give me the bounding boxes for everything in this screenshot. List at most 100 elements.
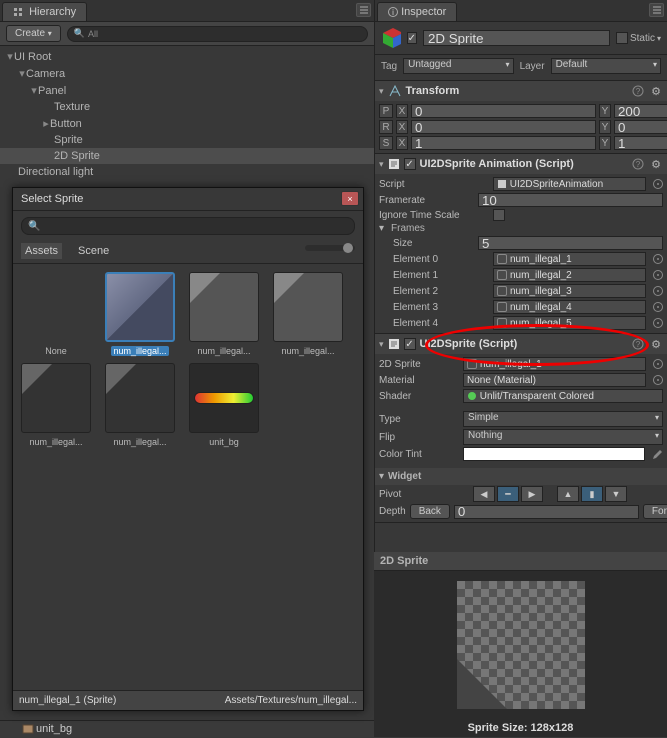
pivot-top-button[interactable]: ▲ — [557, 486, 579, 502]
element-field[interactable]: num_illegal_5 — [493, 316, 646, 330]
active-checkbox[interactable] — [407, 32, 417, 44]
script-field[interactable]: UI2DSpriteAnimation — [493, 177, 646, 191]
element-field[interactable]: num_illegal_3 — [493, 284, 646, 298]
foldout-icon[interactable]: ▾ — [379, 86, 384, 97]
asset-path-row[interactable]: unit_bg — [0, 720, 374, 737]
object-picker-icon[interactable] — [653, 375, 663, 385]
gameobject-name-input[interactable] — [423, 30, 610, 46]
depth-forward-button[interactable]: Forward — [643, 504, 667, 519]
object-picker-icon[interactable] — [653, 254, 663, 264]
object-picker-icon[interactable] — [653, 270, 663, 280]
tab-label: Scene — [78, 245, 109, 257]
create-button[interactable]: Create ▾ — [6, 25, 61, 42]
help-icon[interactable]: ? — [631, 337, 645, 351]
gear-icon[interactable]: ⚙ — [649, 157, 663, 171]
foldout-icon[interactable]: ▾ — [379, 339, 384, 350]
size-input[interactable] — [478, 236, 663, 250]
foldout-icon[interactable]: ▾ — [6, 50, 14, 63]
sprite-search-input[interactable]: 🔍 — [21, 217, 355, 235]
static-checkbox[interactable] — [616, 32, 628, 44]
tree-row-button[interactable]: ▸Button — [0, 115, 374, 132]
position-prefix: P — [379, 104, 393, 118]
foldout-icon[interactable]: ▾ — [379, 223, 384, 234]
sprite-thumbnail[interactable]: num_illegal... — [101, 363, 179, 448]
tab-scene[interactable]: Scene — [74, 243, 113, 259]
2dsprite-field[interactable]: num_illegal_1 — [463, 357, 646, 371]
tab-assets[interactable]: Assets — [21, 243, 62, 259]
gear-icon[interactable]: ⚙ — [649, 337, 663, 351]
pos-y-input[interactable] — [614, 104, 667, 118]
pivot-bottom-button[interactable]: ▼ — [605, 486, 627, 502]
scl-y-input[interactable] — [614, 136, 667, 150]
ignore-time-checkbox[interactable] — [493, 209, 505, 221]
pos-x-input[interactable] — [411, 104, 596, 118]
foldout-icon[interactable]: ▸ — [42, 117, 50, 130]
tree-row-sprite[interactable]: Sprite — [0, 132, 374, 148]
help-icon[interactable]: ? — [631, 84, 645, 98]
object-picker-icon[interactable] — [653, 302, 663, 312]
foldout-icon[interactable]: ▾ — [18, 67, 26, 80]
sprite-thumbnail[interactable]: num_illegal... — [17, 363, 95, 448]
sprite-thumbnail-grid: Nonenum_illegal...num_illegal...num_ille… — [13, 264, 363, 664]
flip-dropdown[interactable]: Nothing — [463, 429, 663, 445]
script-small-icon — [497, 179, 507, 189]
pivot-vcenter-button[interactable]: ▮ — [581, 486, 603, 502]
object-picker-icon[interactable] — [653, 286, 663, 296]
sprite-thumbnail[interactable]: num_illegal... — [101, 272, 179, 357]
tree-row-dirlight[interactable]: Directional light — [0, 164, 374, 180]
inspector-tab[interactable]: i Inspector — [377, 2, 457, 21]
rot-x-input[interactable] — [411, 120, 596, 134]
sprite-thumbnail[interactable]: None — [17, 272, 95, 357]
sprite-thumbnail[interactable]: unit_bg — [185, 363, 263, 448]
element-field[interactable]: num_illegal_2 — [493, 268, 646, 282]
scl-x-input[interactable] — [411, 136, 596, 150]
object-picker-icon[interactable] — [653, 359, 663, 369]
hierarchy-tab[interactable]: Hierarchy — [2, 2, 87, 21]
foldout-icon[interactable]: ▾ — [379, 159, 384, 170]
script-icon — [388, 338, 400, 350]
depth-back-button[interactable]: Back — [410, 504, 450, 519]
material-field[interactable]: None (Material) — [463, 373, 646, 387]
thumbnail-size-slider[interactable] — [305, 245, 355, 251]
enable-checkbox[interactable] — [404, 338, 416, 350]
tag-dropdown[interactable]: Untagged — [403, 58, 513, 74]
help-icon[interactable]: ? — [631, 157, 645, 171]
rot-y-input[interactable] — [614, 120, 667, 134]
element-field[interactable]: num_illegal_1 — [493, 252, 646, 266]
hierarchy-window-menu[interactable] — [356, 3, 371, 17]
gear-icon[interactable]: ⚙ — [649, 84, 663, 98]
tree-row-camera[interactable]: ▾Camera — [0, 65, 374, 82]
object-picker-icon[interactable] — [653, 318, 663, 328]
dialog-titlebar[interactable]: Select Sprite × — [13, 188, 363, 211]
pivot-hcenter-button[interactable]: ━ — [497, 486, 519, 502]
element-field[interactable]: num_illegal_4 — [493, 300, 646, 314]
pivot-right-button[interactable]: ▶ — [521, 486, 543, 502]
dropdown-icon[interactable]: ▾ — [657, 34, 661, 43]
tree-row-2dsprite[interactable]: 2D Sprite — [0, 148, 374, 164]
pivot-vertical-group: ▲ ▮ ▼ — [557, 486, 627, 502]
foldout-icon[interactable]: ▾ — [379, 471, 384, 482]
preview-header[interactable]: 2D Sprite — [374, 552, 667, 571]
eyedropper-icon[interactable] — [649, 447, 663, 461]
enable-checkbox[interactable] — [404, 158, 416, 170]
type-dropdown[interactable]: Simple — [463, 411, 663, 427]
inspector-window-menu[interactable] — [649, 3, 664, 17]
framerate-input[interactable] — [478, 193, 663, 207]
object-picker-icon[interactable] — [653, 179, 663, 189]
depth-input[interactable] — [454, 505, 639, 519]
layer-dropdown[interactable]: Default — [551, 58, 661, 74]
tree-row-uiroot[interactable]: ▾UI Root — [0, 48, 374, 65]
sprite-thumbnail[interactable]: num_illegal... — [185, 272, 263, 357]
tree-row-texture[interactable]: Texture — [0, 99, 374, 115]
hierarchy-search-input[interactable]: 🔍 All — [67, 26, 368, 42]
dialog-close-button[interactable]: × — [341, 191, 359, 206]
color-tint-swatch[interactable] — [463, 447, 645, 461]
asset-icon — [22, 723, 34, 735]
sprite-thumbnail[interactable]: num_illegal... — [269, 272, 347, 357]
foldout-icon[interactable]: ▾ — [30, 84, 38, 97]
tag-value: Untagged — [408, 59, 451, 70]
shader-field[interactable]: Unlit/Transparent Colored — [463, 389, 663, 403]
tree-row-panel[interactable]: ▾Panel — [0, 82, 374, 99]
dialog-title: Select Sprite — [21, 193, 83, 205]
pivot-left-button[interactable]: ◀ — [473, 486, 495, 502]
